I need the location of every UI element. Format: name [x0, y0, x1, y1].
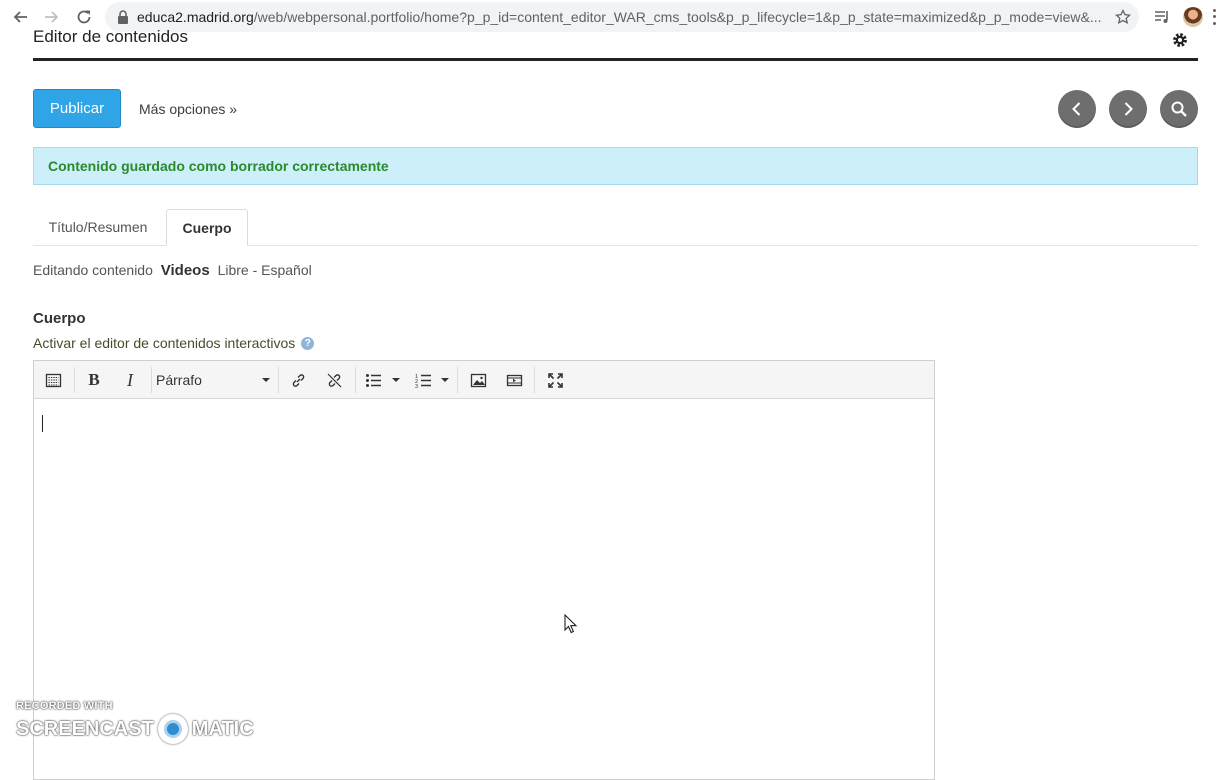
next-button[interactable]	[1109, 90, 1147, 128]
bold-button[interactable]: B	[84, 370, 104, 390]
url-path: /web/webpersonal.portfolio/home?p_p_id=c…	[253, 8, 1102, 25]
address-bar[interactable]: educa2.madrid.org/web/webpersonal.portfo…	[105, 1, 1139, 32]
bookmark-star-icon[interactable]	[1115, 8, 1131, 25]
forward-icon[interactable]	[39, 4, 65, 30]
toolbar-separator	[457, 367, 458, 393]
browser-menu-icon[interactable]	[1213, 8, 1217, 25]
alert-message: Contenido guardado como borrador correct…	[48, 158, 389, 174]
chevron-left-icon	[1072, 102, 1081, 116]
url-text: educa2.madrid.org/web/webpersonal.portfo…	[137, 9, 1102, 25]
editor-toolbar: B I Párrafo 123	[34, 361, 934, 399]
more-options-link[interactable]: Más opciones »	[139, 101, 237, 117]
bulleted-list-dropdown-icon[interactable]	[392, 378, 400, 382]
italic-button[interactable]: I	[120, 370, 140, 390]
media-list-icon[interactable]	[1153, 8, 1171, 26]
svg-text:3: 3	[415, 384, 418, 389]
toolbar-separator	[534, 367, 535, 393]
title-divider	[33, 58, 1198, 61]
chevron-down-icon	[262, 378, 270, 382]
page-title: Editor de contenidos	[33, 27, 188, 46]
media-embed-icon[interactable]	[504, 370, 524, 390]
unlink-icon[interactable]	[324, 370, 344, 390]
toolbar-separator	[355, 367, 356, 393]
editing-suffix: Libre - Español	[217, 262, 312, 278]
format-value: Párrafo	[156, 372, 202, 388]
back-icon[interactable]	[7, 4, 33, 30]
toolbar-separator	[151, 367, 152, 393]
tab-titulo-resumen[interactable]: Título/Resumen	[33, 209, 163, 245]
toolbar-separator	[74, 367, 75, 393]
watermark-brand: SCREENCAST MATIC	[16, 714, 254, 744]
screencast-watermark: RECORDED WITH SCREENCAST MATIC	[16, 700, 254, 744]
paragraph-format-select[interactable]: Párrafo	[156, 370, 270, 390]
screencast-logo-icon	[157, 714, 188, 744]
toolbar-toggle-icon[interactable]	[43, 370, 63, 390]
url-host: educa2.madrid.org	[137, 8, 254, 25]
bulleted-list-icon[interactable]	[363, 370, 383, 390]
field-label: Cuerpo	[33, 310, 86, 327]
link-icon[interactable]	[288, 370, 308, 390]
numbered-list-icon[interactable]: 123	[413, 370, 433, 390]
lock-icon	[118, 9, 128, 24]
success-alert: Contenido guardado como borrador correct…	[33, 147, 1198, 185]
editing-prefix: Editando contenido	[33, 262, 153, 278]
activate-interactive-editor-link[interactable]: Activar el editor de contenidos interact…	[33, 335, 315, 351]
tab-cuerpo[interactable]: Cuerpo	[166, 209, 248, 246]
help-icon[interactable]: ?	[301, 336, 315, 350]
reload-icon[interactable]	[71, 4, 97, 30]
editing-info: Editando contenido Videos Libre - Españo…	[33, 262, 312, 279]
search-icon	[1171, 101, 1187, 117]
publish-button[interactable]: Publicar	[33, 89, 121, 128]
profile-avatar[interactable]	[1183, 6, 1203, 27]
gear-icon[interactable]	[1171, 31, 1189, 49]
content-type: Videos	[160, 262, 210, 279]
mouse-pointer-icon	[564, 614, 578, 634]
toolbar-separator	[278, 367, 279, 393]
activate-label: Activar el editor de contenidos interact…	[33, 335, 296, 351]
search-button[interactable]	[1160, 90, 1198, 128]
watermark-brand-right: MATIC	[191, 717, 254, 740]
watermark-caption: RECORDED WITH	[16, 700, 113, 712]
numbered-list-dropdown-icon[interactable]	[441, 378, 449, 382]
watermark-brand-left: SCREENCAST	[16, 717, 154, 740]
chevron-right-icon	[1124, 102, 1133, 116]
image-icon[interactable]	[468, 370, 488, 390]
text-caret	[42, 415, 43, 432]
fullscreen-icon[interactable]	[545, 370, 565, 390]
previous-button[interactable]	[1058, 90, 1096, 128]
